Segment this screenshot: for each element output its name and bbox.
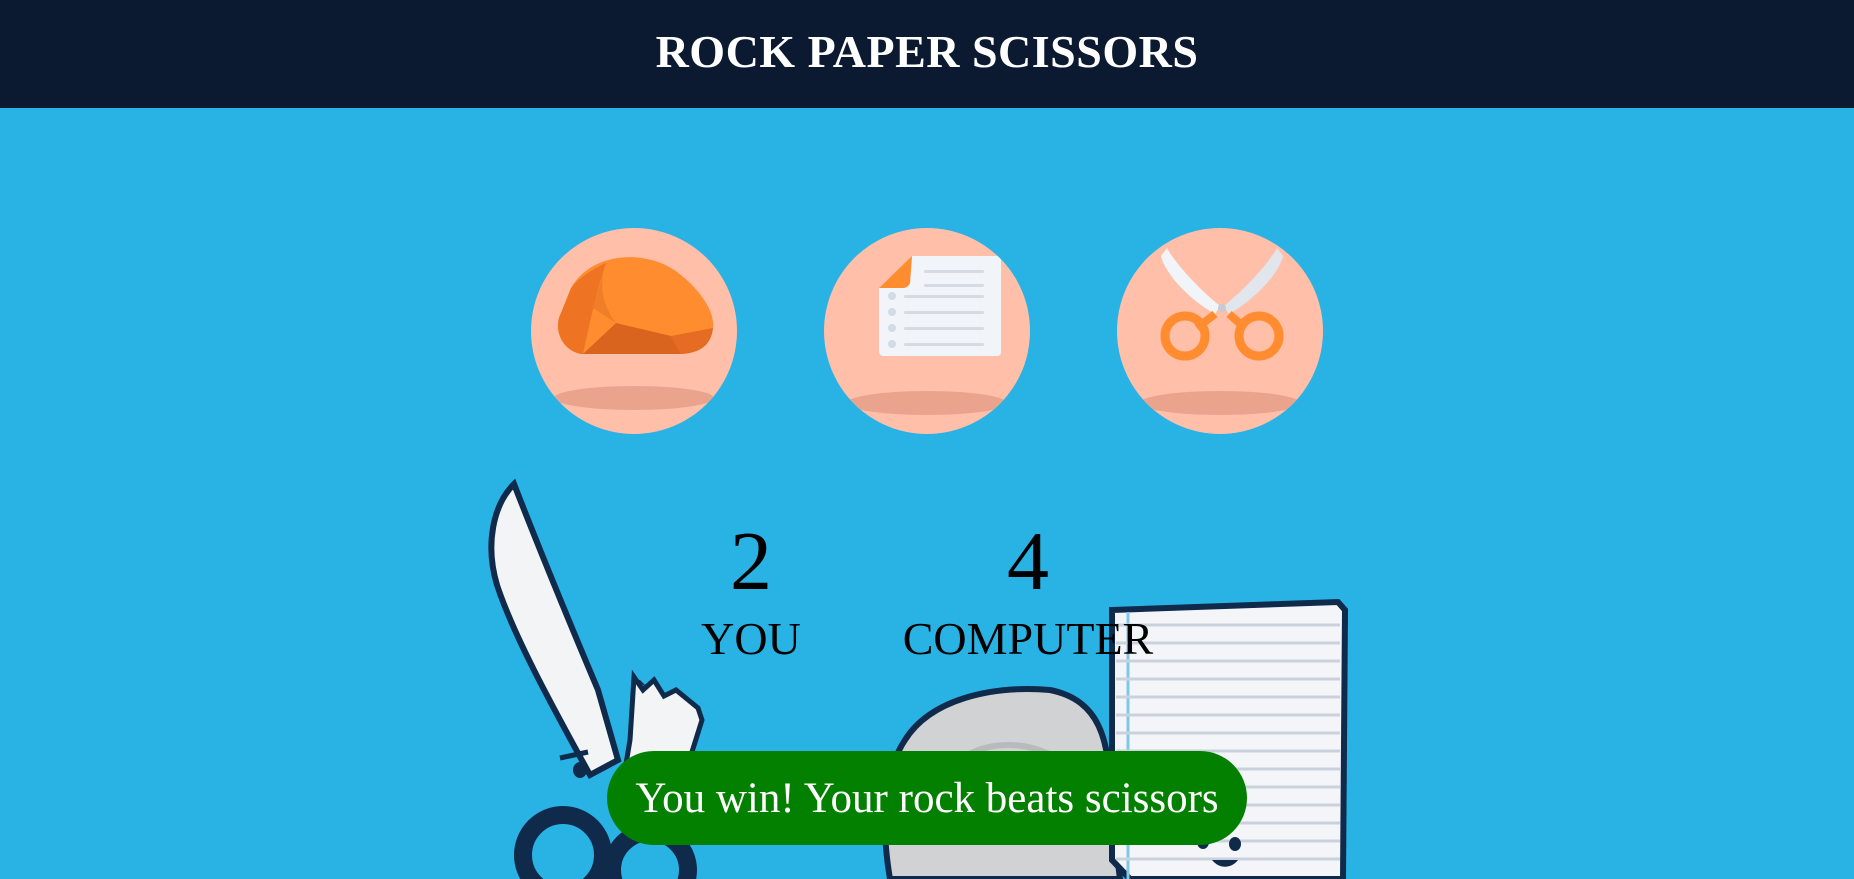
- computer-score-label: COMPUTER: [902, 613, 1154, 664]
- result-message: You win! Your rock beats scissors: [607, 751, 1247, 845]
- computer-score-value: 4: [1007, 515, 1049, 608]
- paper-choice-button[interactable]: [824, 228, 1030, 434]
- player-score-panel: 2 YOU: [651, 520, 851, 664]
- scissors-choice-button[interactable]: [1117, 228, 1323, 434]
- rock-choice-button[interactable]: [531, 228, 737, 434]
- page-title: ROCK PAPER SCISSORS: [655, 25, 1199, 77]
- background-illustration: [488, 478, 1349, 879]
- rock-icon: [554, 257, 714, 410]
- player-score-label: YOU: [701, 613, 801, 664]
- header-bar: ROCK PAPER SCISSORS: [0, 0, 1854, 108]
- player-score-value: 2: [730, 515, 772, 608]
- computer-score-panel: 4 COMPUTER: [878, 520, 1178, 664]
- scissors-icon: [1140, 248, 1300, 415]
- paper-icon: [847, 254, 1028, 415]
